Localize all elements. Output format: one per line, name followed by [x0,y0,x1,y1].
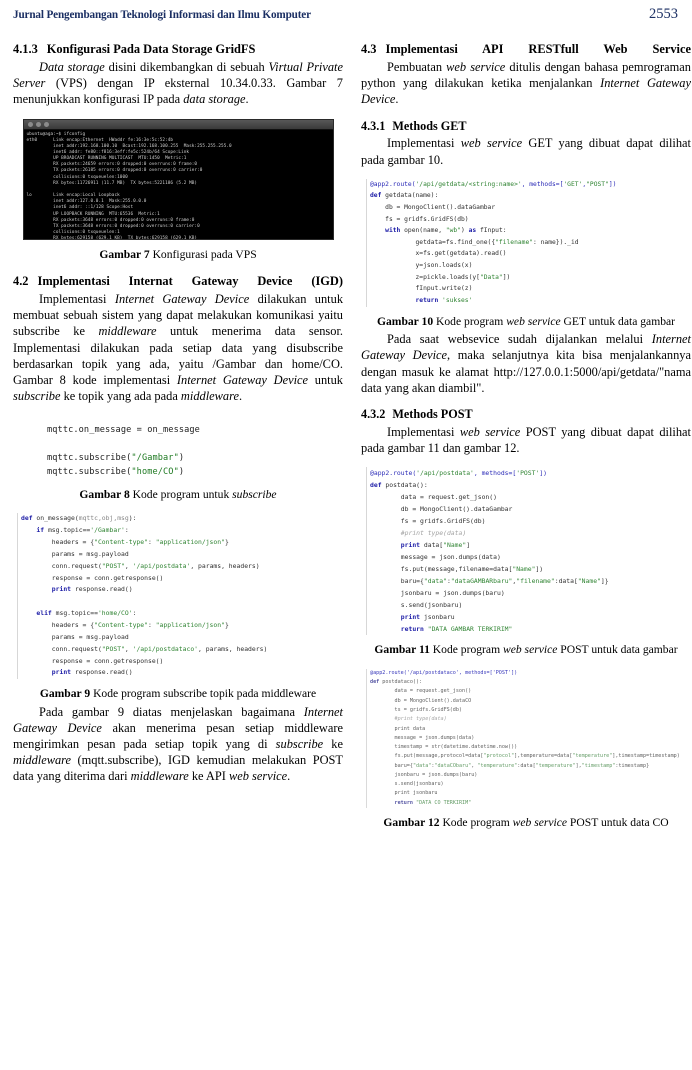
left-column: 4.1.3 Konfigurasi Pada Data Storage Grid… [13,30,343,831]
figure-10: @app2.route('/api/getdata/<string:name>'… [361,178,692,330]
figure-10-caption: Gambar 10 Kode program web service GET u… [361,315,691,330]
figure-12-caption-text: Kode program web service POST untuk data… [442,815,669,829]
figure-11-caption-text: Kode program web service POST untuk data… [432,643,678,657]
code-block-figure-8: mqttc.on_message = on_message mqttc.subs… [47,424,305,480]
code-block-figure-12: @app2.route('/api/postdataco', methods=[… [366,668,692,808]
heading-4-2: 4.2 Implementasi Internat Gateway Device… [13,274,343,289]
heading-4-3-2-title: Methods POST [392,406,473,421]
journal-title: Jurnal Pengembangan Teknologi Informasi … [13,9,311,21]
journal-page: Jurnal Pengembangan Teknologi Informasi … [0,0,692,1070]
paragraph-4-3: Pembuatan web service ditulis dengan bah… [361,60,691,107]
figure-7-caption: Gambar 7 Konfigurasi pada VPS [13,248,343,263]
figure-8-caption-label: Gambar 8 [79,487,133,501]
terminal-dot-2 [35,121,41,127]
figure-11: @app2.route('/api/postdata', methods=['P… [361,466,691,658]
heading-4-3-2: 4.3.2 Methods POST [361,407,691,422]
figure-7-caption-label: Gambar 7 [99,247,153,261]
figure-9-caption: Gambar 9 Kode program subscribe topik pa… [13,687,343,702]
figure-9: def on_message(mqttc,obj,msg): if msg.to… [13,513,343,701]
heading-4-3-1-title: Methods GET [392,118,467,133]
heading-4-2-number: 4.2 [13,274,29,289]
paragraph-4-2: Implementasi Internet Gateway Device dil… [13,292,344,403]
figure-11-caption: Gambar 11 Kode program web service POST … [361,643,691,658]
figure-9-caption-label: Gambar 9 [39,687,94,701]
figure-12: @app2.route('/api/postdataco', methods=[… [361,668,692,831]
terminal-output: ubuntu@aga:~$ ifconfig eth0 Link encap:E… [26,131,232,240]
figure-8: mqttc.on_message = on_message mqttc.subs… [13,424,343,502]
figure-8-caption-text: Kode program untuk subscribe [132,487,277,501]
paragraph-4-3-2: Implementasi web service POST yang dibua… [361,424,691,455]
code-block-figure-10: @app2.route('/api/getdata/<string:name>'… [366,178,692,307]
terminal-screenshot: ubuntu@aga:~$ ifconfig eth0 Link encap:E… [22,118,334,240]
terminal-title-bar [23,119,333,130]
heading-4-3-number: 4.3 [361,42,377,56]
paragraph-4-3-1: Implementasi web service GET yang dibuat… [361,136,691,167]
heading-4-3: 4.3 Implementasi API RESTfull Web Servic… [361,42,691,57]
figure-10-caption-label: Gambar 10 [376,314,437,328]
page-number: 2553 [649,6,678,22]
heading-4-1-3-number: 4.1.3 [13,42,38,56]
heading-4-3-title: Implementasi API RESTfull Web Service [385,42,692,56]
paragraph-webservice: Pada saat websevice sudah dijalankan mel… [361,332,691,395]
heading-4-1-3-title: Konfigurasi Pada Data Storage GridFS [46,42,256,56]
heading-4-2-title: Implementasi Internat Gateway Device (IG… [37,274,344,289]
figure-7: ubuntu@aga:~$ ifconfig eth0 Link encap:E… [13,118,343,263]
terminal-dot-1 [27,121,33,127]
figure-7-caption-text: Konfigurasi pada VPS [152,247,257,261]
terminal-dot-3 [43,121,49,127]
heading-4-3-2-number: 4.3.2 [361,406,386,421]
paragraph-4-1-3: Data storage disini dikembangkan di sebu… [13,60,343,107]
figure-12-caption-label: Gambar 12 [383,815,443,829]
figure-8-caption: Gambar 8 Kode program untuk subscribe [13,488,343,503]
code-block-figure-11: @app2.route('/api/postdata', methods=['P… [366,466,690,636]
heading-4-1-3: 4.1.3 Konfigurasi Pada Data Storage Grid… [13,42,343,57]
figure-11-caption-label: Gambar 11 [374,643,433,657]
figure-9-caption-text: Kode program subscribe topik pada middle… [93,687,317,701]
heading-4-3-1-number: 4.3.1 [361,118,386,133]
two-column-layout: 4.1.3 Konfigurasi Pada Data Storage Grid… [10,30,692,831]
code-block-figure-9: def on_message(mqttc,obj,msg): if msg.to… [17,513,341,680]
heading-4-3-1: 4.3.1 Methods GET [361,119,691,134]
running-header: Jurnal Pengembangan Teknologi Informasi … [10,0,682,30]
figure-12-caption: Gambar 12 Kode program web service POST … [361,816,691,831]
right-column: 4.3 Implementasi API RESTfull Web Servic… [361,30,692,831]
paragraph-closing-left: Pada gambar 9 diatas menjelaskan bagaima… [13,704,343,784]
figure-10-caption-text: Kode program web service GET untuk data … [436,314,676,328]
